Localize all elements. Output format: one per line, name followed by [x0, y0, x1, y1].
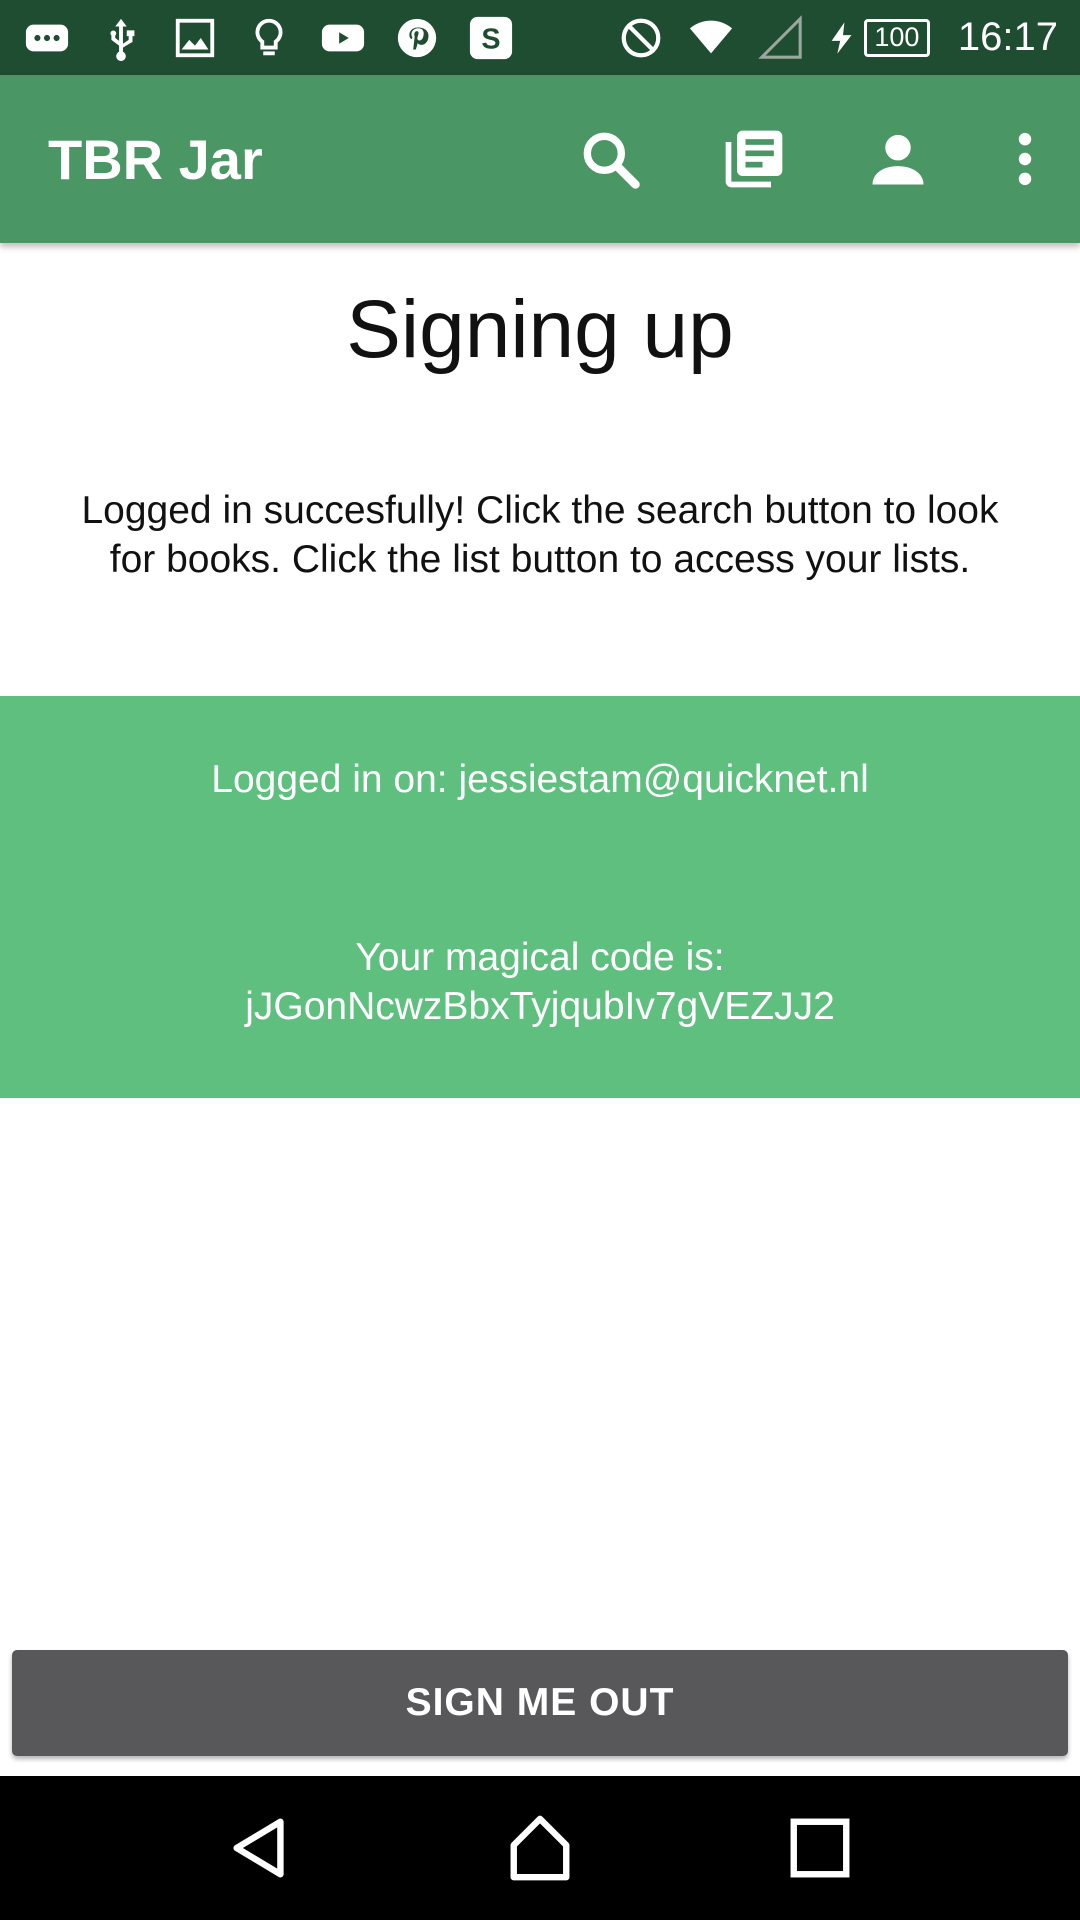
usb-icon: [96, 13, 146, 63]
battery-indicator: 100: [826, 18, 930, 58]
do-not-disturb-icon: [616, 13, 666, 63]
clock: 16:17: [957, 15, 1058, 59]
account-icon: [872, 134, 924, 185]
navigation-bar: [0, 1776, 1080, 1920]
charging-icon: [831, 21, 852, 54]
messages-icon: [22, 13, 72, 63]
magic-code-label: Your magical code is:: [355, 936, 725, 979]
cell-signal-icon: [756, 13, 806, 63]
lists-button[interactable]: [682, 75, 826, 243]
app-bar-actions: [538, 75, 1080, 243]
app-bar: TBR Jar: [0, 75, 1080, 243]
recents-button[interactable]: [760, 1788, 880, 1908]
screen: S 100 16:17 TBR Jar Signing up Logged in…: [0, 0, 1080, 1920]
s-app-icon: S: [466, 13, 516, 63]
app-title: TBR Jar: [48, 127, 263, 191]
pinterest-icon: [392, 13, 442, 63]
recents-icon: [790, 1818, 850, 1878]
overflow-menu-icon: [1018, 132, 1032, 186]
home-icon: [510, 1815, 570, 1881]
account-info-panel: Logged in on: jessiestam@quicknet.nl You…: [0, 696, 1080, 1098]
library-icon: [725, 130, 783, 188]
overflow-menu-button[interactable]: [970, 75, 1080, 243]
magic-code-value: jJGonNcwzBbxTyjqubIv7gVEZJJ2: [245, 985, 835, 1028]
account-button[interactable]: [826, 75, 970, 243]
system-icons: 100 16:17: [616, 13, 1058, 63]
login-success-message: Logged in succesfully! Click the search …: [81, 489, 999, 581]
bulb-icon: [244, 13, 294, 63]
search-icon: [583, 132, 640, 189]
battery-level: 100: [863, 18, 930, 57]
sign-out-button[interactable]: SIGN ME OUT: [12, 1650, 1068, 1756]
back-icon: [233, 1818, 284, 1878]
search-button[interactable]: [538, 75, 682, 243]
gallery-icon: [170, 13, 220, 63]
wifi-icon: [686, 13, 736, 63]
page-title: Signing up: [346, 284, 734, 375]
s-app-letter: S: [481, 23, 500, 55]
home-button[interactable]: [480, 1788, 600, 1908]
back-button[interactable]: [200, 1788, 320, 1908]
notification-icons: S: [22, 13, 516, 63]
status-bar: S 100 16:17: [0, 0, 1080, 75]
logged-in-email: Logged in on: jessiestam@quicknet.nl: [211, 758, 869, 801]
youtube-icon: [318, 13, 368, 63]
